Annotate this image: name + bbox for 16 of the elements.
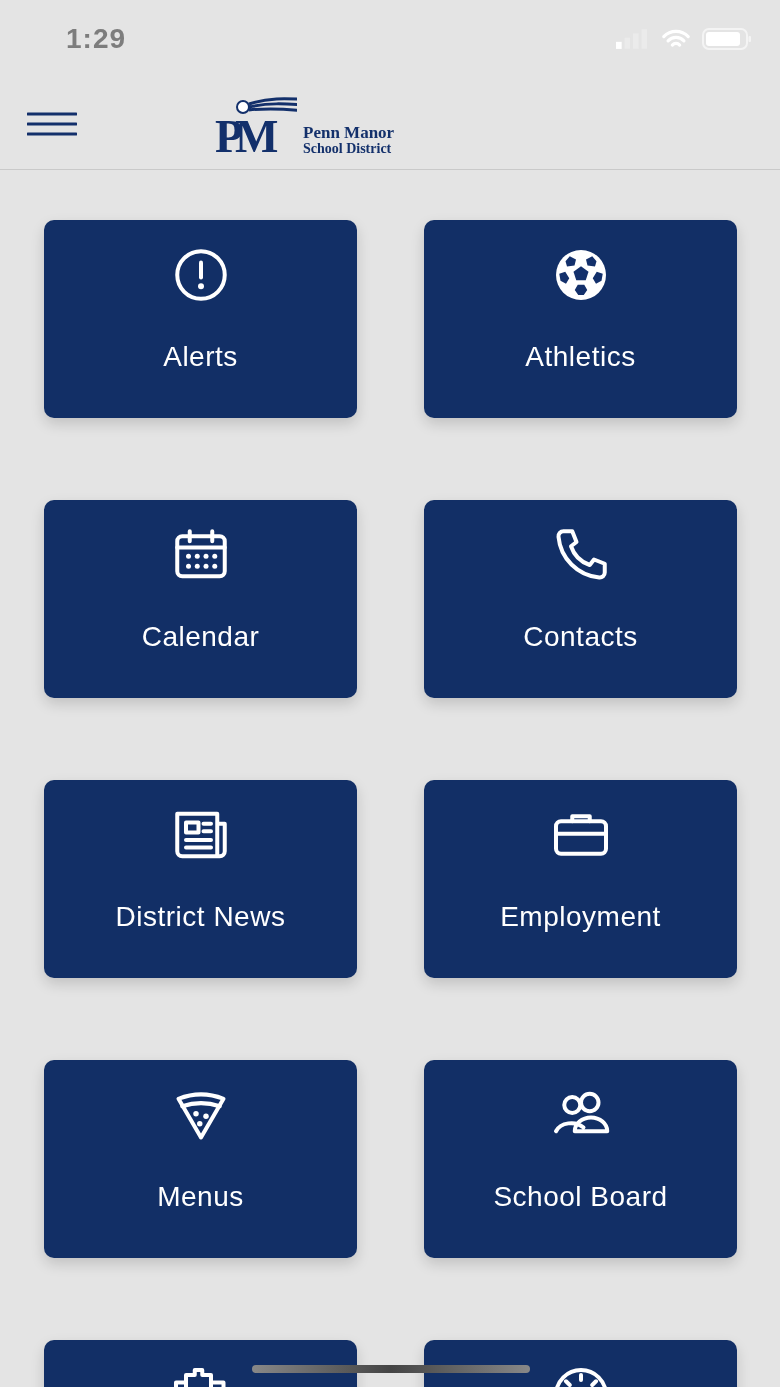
menu-tile[interactable]: School Board (424, 1060, 737, 1258)
logo-name: Penn Manor (303, 123, 395, 141)
menu-tile[interactable]: Calendar (44, 500, 357, 698)
logo-subtitle: School District (303, 141, 393, 156)
menu-tile[interactable]: District News (44, 780, 357, 978)
wifi-icon (660, 28, 692, 50)
menu-icon[interactable] (27, 110, 77, 137)
menu-tile[interactable]: Employment (424, 780, 737, 978)
menu-tile[interactable]: Contacts (424, 500, 737, 698)
status-time: 1:29 (66, 23, 127, 55)
battery-icon (702, 27, 752, 51)
logo-monogram: PM (215, 113, 271, 160)
menu-tile[interactable]: Athletics (424, 220, 737, 418)
menu-tile[interactable]: Alerts (44, 220, 357, 418)
signal-icon (616, 29, 650, 49)
menu-tile[interactable]: Menus (44, 1060, 357, 1258)
